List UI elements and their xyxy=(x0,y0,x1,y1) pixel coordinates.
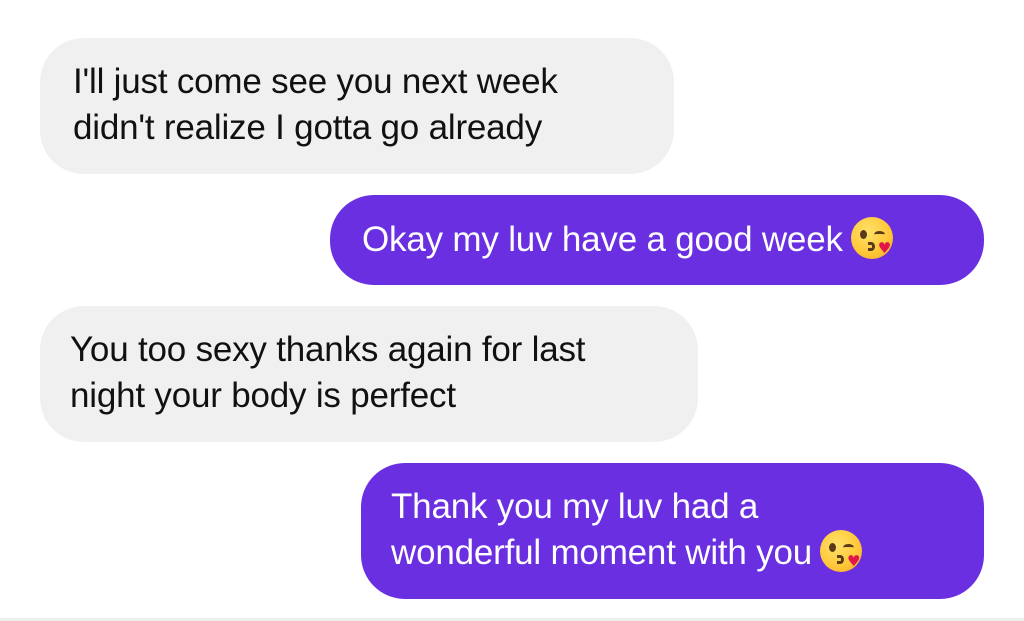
incoming-message-bubble[interactable]: You too sexy thanks again for last night… xyxy=(40,306,698,442)
message-text-line: Okay my luv have a good week xyxy=(362,220,843,259)
face-blowing-a-kiss-icon: ♥ xyxy=(820,530,863,572)
message-text-line: I'll just come see you next week xyxy=(73,62,558,101)
message-thread: I'll just come see you next week didn't … xyxy=(0,0,1024,621)
outgoing-message-bubble[interactable]: Okay my luv have a good week ♥ xyxy=(330,195,984,285)
message-text: wonderful moment with you xyxy=(391,533,813,572)
outgoing-message-bubble[interactable]: Thank you my luv had a wonderful moment … xyxy=(361,463,984,599)
message-text-line: You too sexy thanks again for last xyxy=(70,330,586,369)
message-text-line: didn't realize I gotta go already xyxy=(73,108,542,147)
incoming-message-bubble[interactable]: I'll just come see you next week didn't … xyxy=(40,38,674,174)
face-blowing-a-kiss-icon: ♥ xyxy=(850,217,893,259)
message-text-line-with-emoji: wonderful moment with you ♥ xyxy=(391,530,984,576)
message-text-line: night your body is perfect xyxy=(70,376,456,415)
message-text-line: Thank you my luv had a xyxy=(391,487,759,526)
